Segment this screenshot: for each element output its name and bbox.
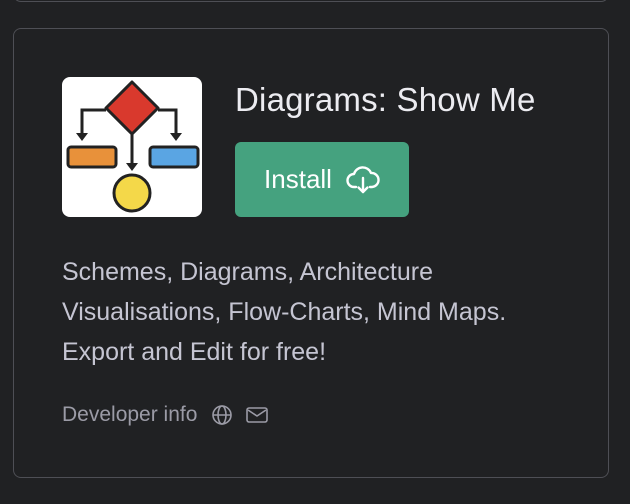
developer-info-label: Developer info (62, 403, 198, 426)
plugin-logo-icon (62, 77, 202, 217)
plugin-title: Diagrams: Show Me (235, 81, 536, 118)
globe-icon[interactable] (211, 404, 233, 426)
install-button-label: Install (264, 164, 332, 194)
plugin-card: Diagrams: Show Me Install Schemes, Diagr… (13, 28, 609, 478)
developer-info-row: Developer info (62, 403, 281, 427)
cloud-download-icon (346, 165, 380, 195)
install-button[interactable]: Install (235, 142, 409, 217)
plugin-description: Schemes, Diagrams, Architecture Visualis… (62, 258, 507, 366)
previous-plugin-card (13, 0, 609, 2)
mail-icon[interactable] (245, 405, 269, 425)
